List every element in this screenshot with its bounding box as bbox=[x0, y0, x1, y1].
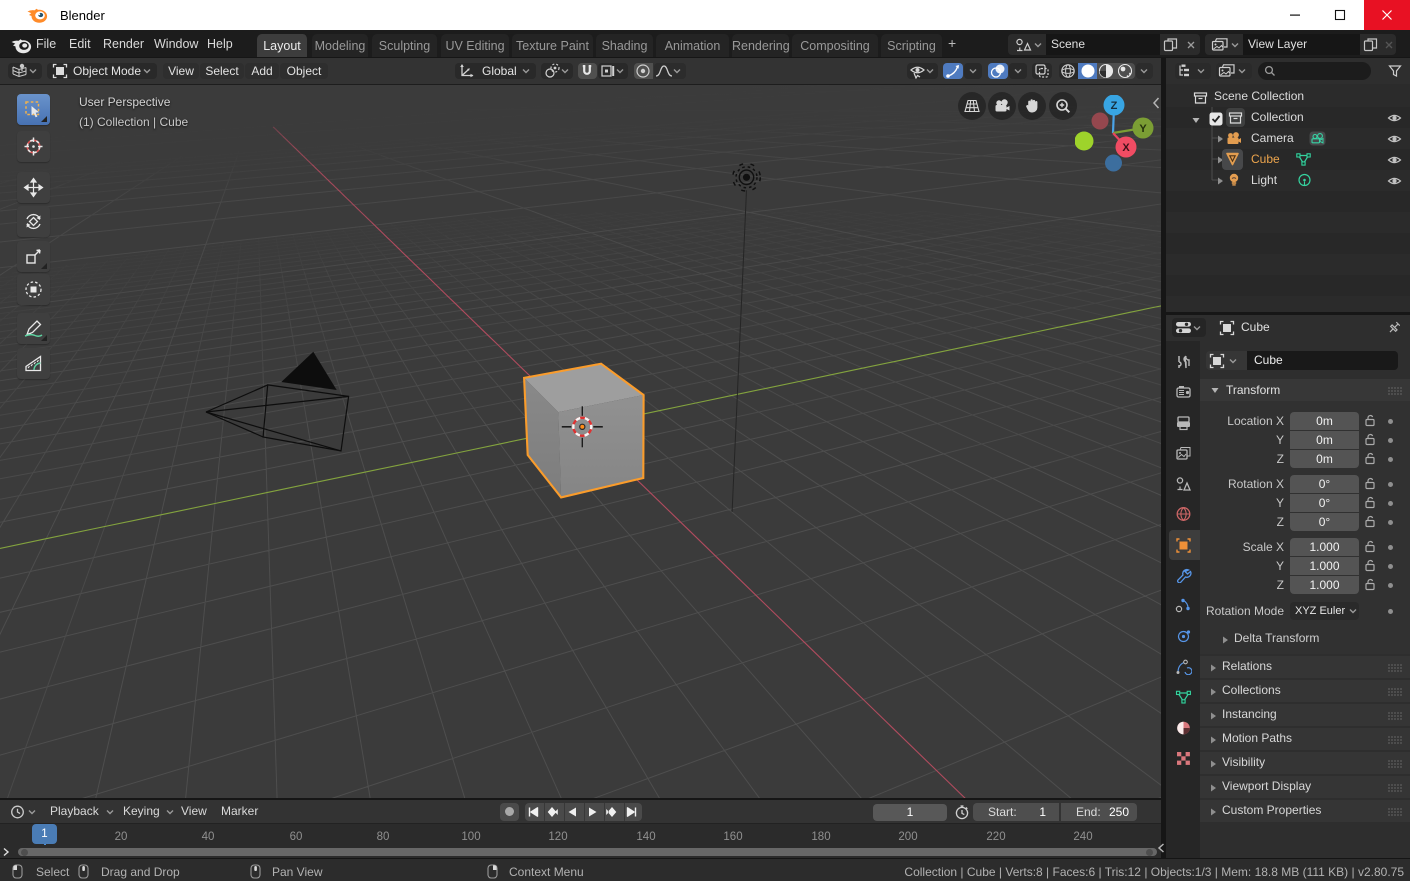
svg-text:Y: Y bbox=[1139, 123, 1147, 135]
svg-text:X: X bbox=[1122, 142, 1130, 154]
svg-text:Z: Z bbox=[1111, 100, 1118, 112]
